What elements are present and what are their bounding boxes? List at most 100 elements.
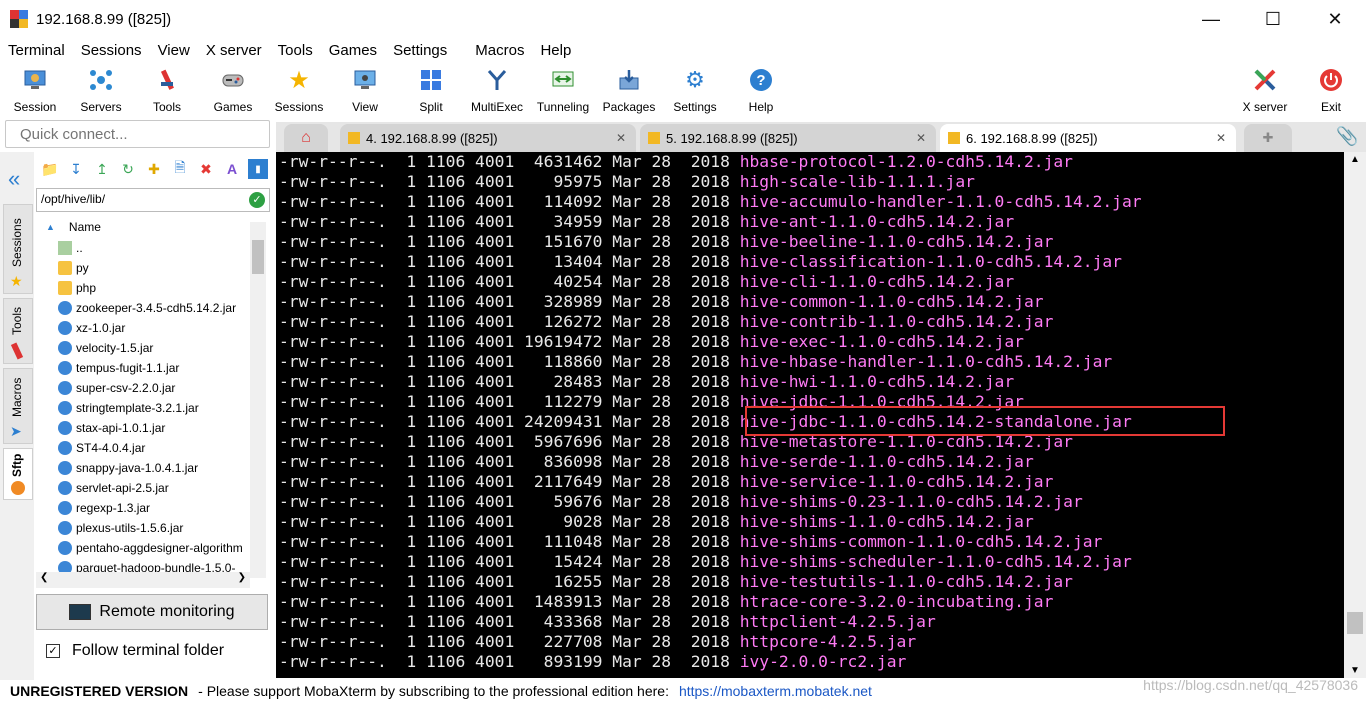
parent-dir-icon	[58, 241, 72, 255]
list-item[interactable]: stringtemplate-3.2.1.jar	[36, 398, 250, 418]
games-button[interactable]: Games	[200, 62, 266, 118]
settings-button[interactable]: ⚙ Settings	[662, 62, 728, 118]
collapse-icon[interactable]: «	[8, 166, 20, 192]
packages-button[interactable]: Packages	[596, 62, 662, 118]
name-column-header[interactable]: ▲ Name	[36, 216, 270, 238]
upload-icon[interactable]: ↥	[92, 159, 112, 179]
sftp-path-input[interactable]: /opt/hive/lib/ ✓	[36, 188, 270, 212]
tab-session-6[interactable]: 6. 192.168.8.99 ([825]) ✕	[940, 124, 1236, 152]
tab-close-icon[interactable]: ✕	[616, 131, 626, 145]
menu-xserver[interactable]: X server	[206, 42, 270, 59]
menu-sessions[interactable]: Sessions	[81, 42, 150, 59]
new-folder-icon[interactable]: ✚	[144, 159, 164, 179]
list-item[interactable]: velocity-1.5.jar	[36, 338, 250, 358]
file-meta: -rw-r--r--. 1 1106 4001 4631462 Mar 28 2…	[279, 152, 740, 171]
scroll-thumb[interactable]	[252, 240, 264, 274]
scroll-up-icon[interactable]: ▲	[1350, 154, 1360, 165]
minimize-button[interactable]: —	[1180, 0, 1242, 38]
parent-folder-icon[interactable]: 📁	[40, 159, 60, 179]
list-item[interactable]: xz-1.0.jar	[36, 318, 250, 338]
checkbox[interactable]: ✓	[46, 644, 60, 658]
list-item[interactable]: ..	[36, 238, 250, 258]
terminal-line: -rw-r--r--. 1 1106 4001 111048 Mar 28 20…	[279, 532, 1102, 552]
terminal-line: -rw-r--r--. 1 1106 4001 433368 Mar 28 20…	[279, 612, 936, 632]
sessions-side-tab[interactable]: Sessions ★	[3, 204, 33, 294]
terminal-line: -rw-r--r--. 1 1106 4001 118860 Mar 28 20…	[279, 352, 1112, 372]
scroll-left-icon[interactable]: ❮	[40, 572, 48, 583]
list-item[interactable]: pentaho-aggdesigner-algorithm	[36, 538, 250, 558]
list-item[interactable]: stax-api-1.0.1.jar	[36, 418, 250, 438]
file-meta: -rw-r--r--. 1 1106 4001 9028 Mar 28 2018	[279, 512, 740, 531]
menu-games[interactable]: Games	[329, 42, 385, 59]
list-item[interactable]: py	[36, 258, 250, 278]
tab-close-icon[interactable]: ✕	[916, 131, 926, 145]
path-ok-icon[interactable]: ✓	[249, 192, 265, 208]
terminal-icon[interactable]: ▮	[248, 159, 268, 179]
scroll-down-icon[interactable]: ▼	[1350, 665, 1360, 676]
list-item[interactable]: snappy-java-1.0.4.1.jar	[36, 458, 250, 478]
list-item[interactable]: regexp-1.3.jar	[36, 498, 250, 518]
menu-view[interactable]: View	[158, 42, 198, 59]
sessions-button[interactable]: ★ Sessions	[266, 62, 332, 118]
macros-side-tab[interactable]: Macros ➤	[3, 368, 33, 444]
tools-button[interactable]: Tools	[134, 62, 200, 118]
download-icon[interactable]: ↧	[66, 159, 86, 179]
home-tab[interactable]: ⌂	[284, 124, 328, 152]
remote-monitoring-button[interactable]: Remote monitoring	[36, 594, 268, 630]
menu-settings[interactable]: Settings	[393, 42, 455, 59]
list-item[interactable]: php	[36, 278, 250, 298]
new-tab-button[interactable]: ✚	[1244, 124, 1292, 152]
tab-session-4[interactable]: 4. 192.168.8.99 ([825]) ✕	[340, 124, 636, 152]
unregistered-label: UNREGISTERED VERSION	[10, 683, 189, 699]
menu-terminal[interactable]: Terminal	[8, 42, 73, 59]
list-item[interactable]: zookeeper-3.4.5-cdh5.14.2.jar	[36, 298, 250, 318]
list-item[interactable]: ST4-4.0.4.jar	[36, 438, 250, 458]
file-name: hbase-protocol-1.2.0-cdh5.14.2.jar	[739, 152, 1073, 171]
menu-help[interactable]: Help	[540, 42, 579, 59]
mobaxterm-link[interactable]: https://mobaxterm.mobatek.net	[679, 683, 872, 699]
list-item[interactable]: plexus-utils-1.5.6.jar	[36, 518, 250, 538]
refresh-icon[interactable]: ↻	[118, 159, 138, 179]
tunneling-icon	[549, 66, 577, 94]
view-button[interactable]: View	[332, 62, 398, 118]
close-window-button[interactable]: ✕	[1304, 0, 1366, 38]
tunneling-button[interactable]: Tunneling	[530, 62, 596, 118]
scroll-right-icon[interactable]: ❯	[238, 572, 246, 583]
delete-icon[interactable]: ✖	[196, 159, 216, 179]
file-name: ..	[76, 241, 83, 255]
session-button[interactable]: Session	[2, 62, 68, 118]
help-button[interactable]: ? Help	[728, 62, 794, 118]
xserver-button[interactable]: X server	[1232, 62, 1298, 118]
multiexec-button[interactable]: MultiExec	[464, 62, 530, 118]
list-item[interactable]: tempus-fugit-1.1.jar	[36, 358, 250, 378]
file-name: hive-ant-1.1.0-cdh5.14.2.jar	[739, 212, 1015, 231]
split-button[interactable]: Split	[398, 62, 464, 118]
sftp-side-tab[interactable]: Sftp	[3, 448, 33, 500]
terminal-output[interactable]: -rw-r--r--. 1 1106 4001 4631462 Mar 28 2…	[276, 152, 1344, 678]
list-item[interactable]: super-csv-2.2.0.jar	[36, 378, 250, 398]
follow-terminal-folder-checkbox[interactable]: ✓ Follow terminal folder	[46, 642, 224, 660]
sftp-horizontal-scrollbar[interactable]: ❮ ❯	[36, 572, 250, 588]
sftp-vertical-scrollbar[interactable]	[250, 222, 266, 578]
games-icon	[219, 66, 247, 94]
scroll-thumb[interactable]	[1347, 612, 1363, 634]
file-meta: -rw-r--r--. 1 1106 4001 2117649 Mar 28 2…	[279, 472, 740, 491]
attach-icon[interactable]: 📎	[1336, 126, 1358, 147]
terminal-scrollbar[interactable]: ▲ ▼	[1344, 152, 1366, 678]
servers-button[interactable]: Servers	[68, 62, 134, 118]
file-meta: -rw-r--r--. 1 1106 4001 24209431 Mar 28 …	[279, 412, 740, 431]
file-name: hive-hbase-handler-1.1.0-cdh5.14.2.jar	[739, 352, 1113, 371]
quick-connect-input[interactable]	[5, 120, 270, 148]
menu-tools[interactable]: Tools	[278, 42, 321, 59]
tab-close-icon[interactable]: ✕	[1216, 131, 1226, 145]
terminal-line: -rw-r--r--. 1 1106 4001 126272 Mar 28 20…	[279, 312, 1053, 332]
exit-button[interactable]: Exit	[1298, 62, 1364, 118]
rename-icon[interactable]: A	[222, 159, 242, 179]
new-file-icon[interactable]: 🗎	[170, 159, 190, 179]
menu-macros[interactable]: Macros	[475, 42, 532, 59]
maximize-button[interactable]: ☐	[1242, 0, 1304, 38]
list-item[interactable]: servlet-api-2.5.jar	[36, 478, 250, 498]
xserver-icon	[1251, 66, 1279, 94]
tab-session-5[interactable]: 5. 192.168.8.99 ([825]) ✕	[640, 124, 936, 152]
tools-side-tab[interactable]: Tools	[3, 298, 33, 364]
